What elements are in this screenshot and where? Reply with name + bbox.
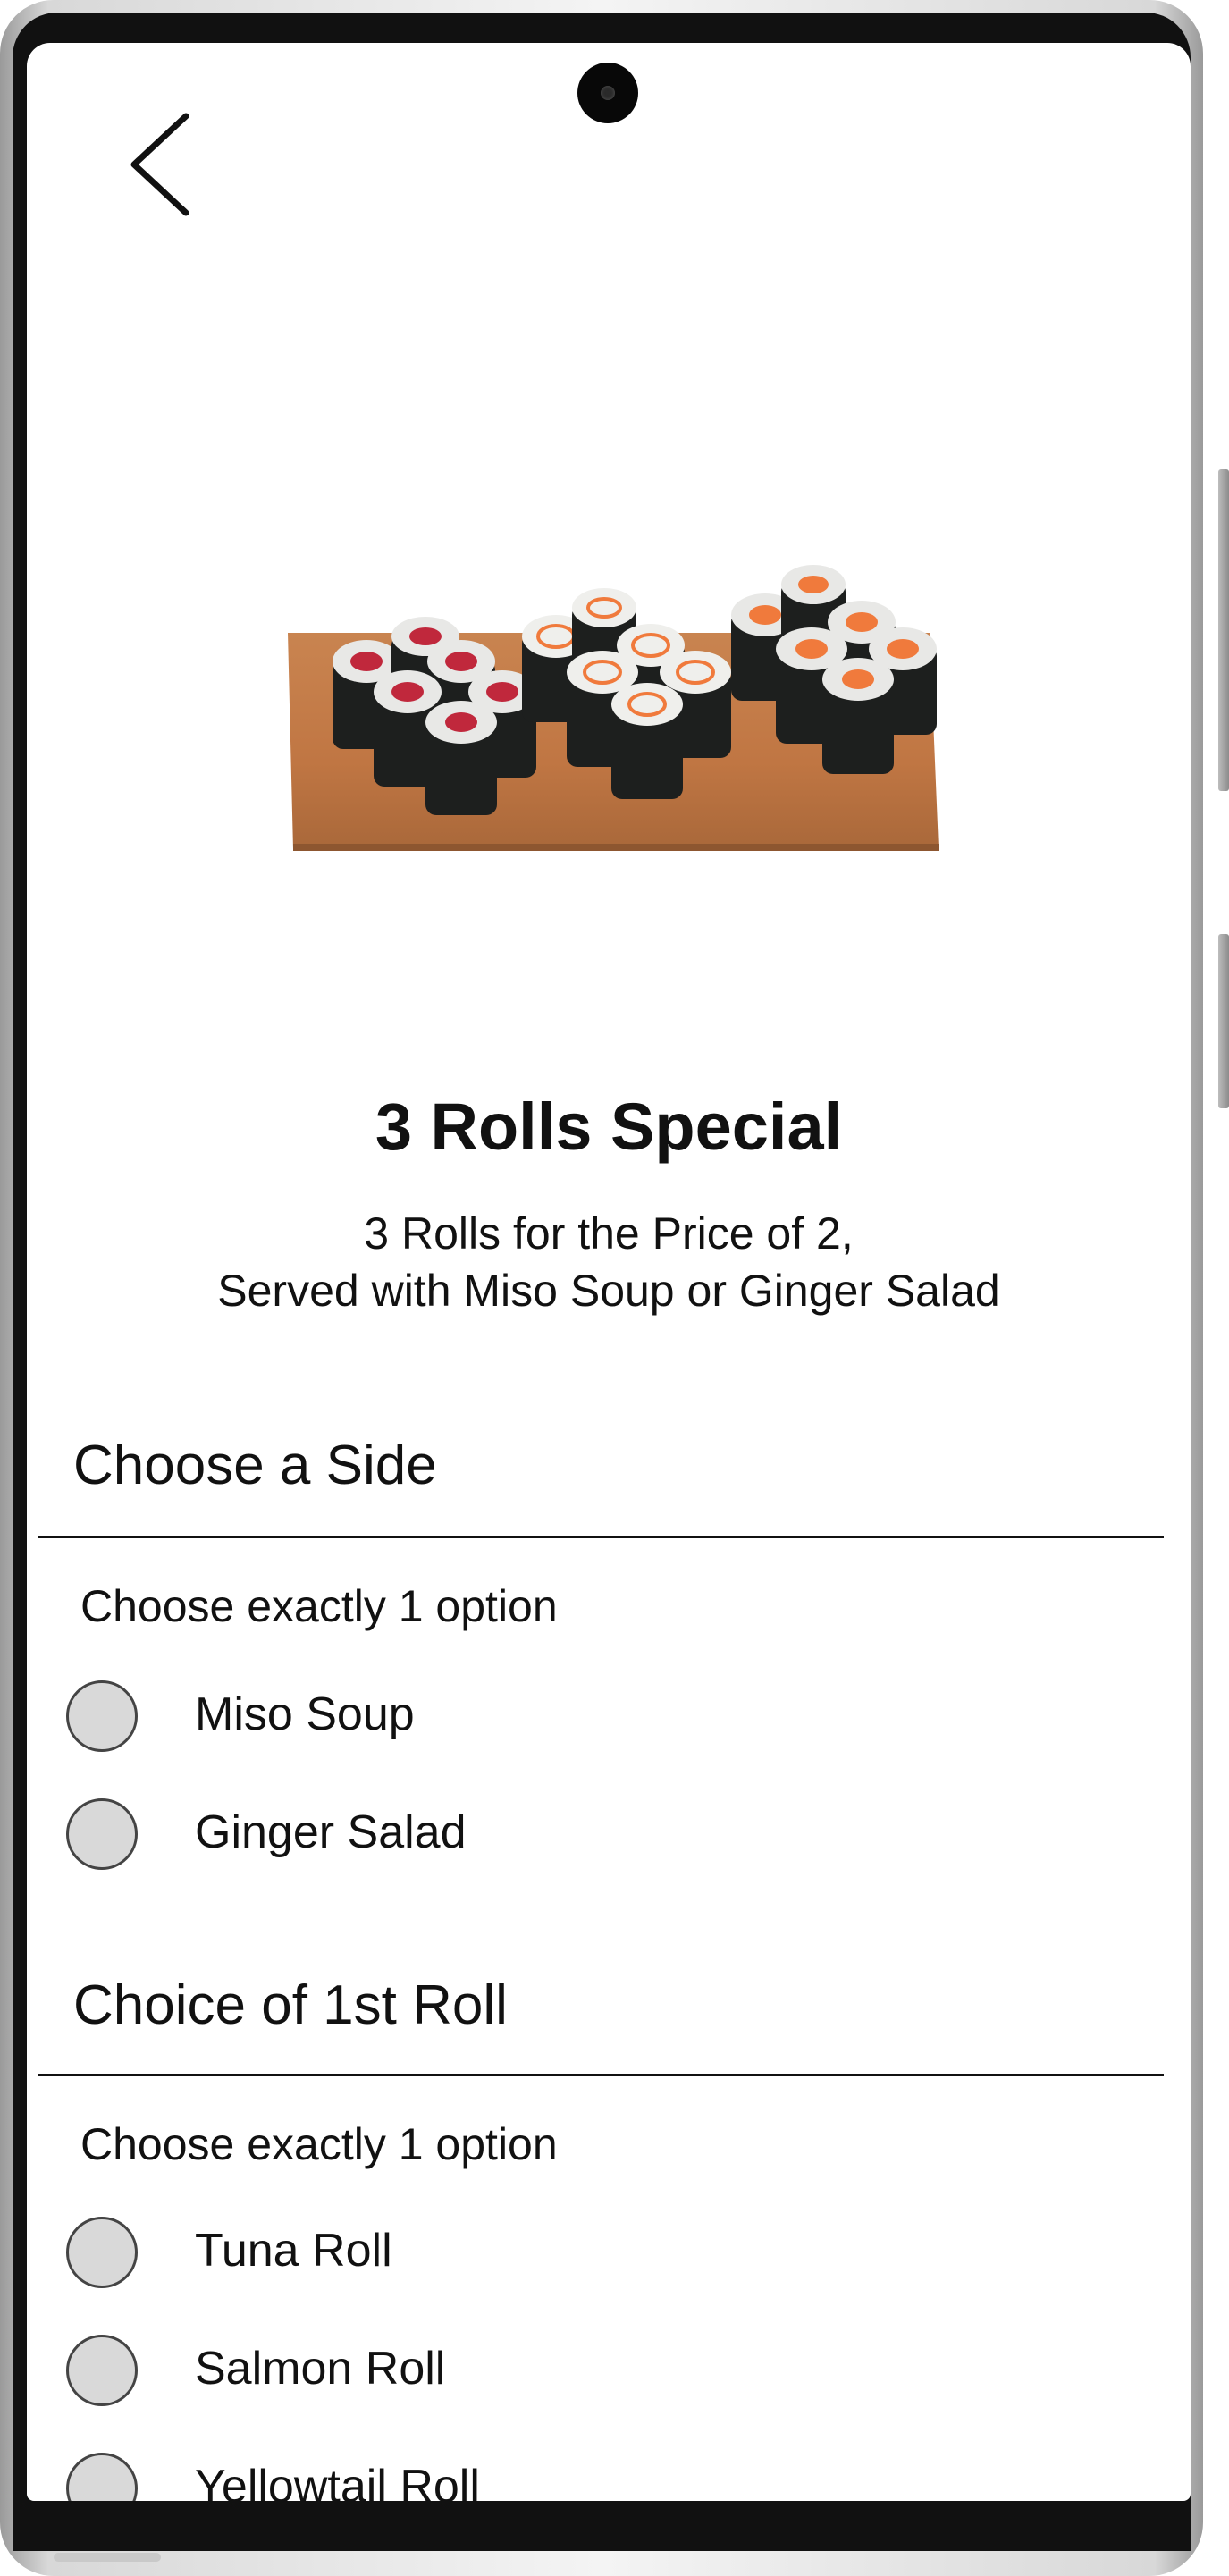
- section-heading-side: Choose a Side: [73, 1435, 437, 1496]
- radio-button[interactable]: [66, 2335, 138, 2406]
- item-description: 3 Rolls for the Price of 2, Served with …: [27, 1205, 1191, 1319]
- item-description-line-1: 3 Rolls for the Price of 2,: [364, 1208, 854, 1259]
- option-ginger-salad[interactable]: Ginger Salad: [66, 1791, 1139, 1881]
- option-tuna-roll[interactable]: Tuna Roll: [66, 2210, 1139, 2299]
- volume-button: [1218, 469, 1229, 791]
- option-label: Ginger Salad: [195, 1806, 467, 1858]
- phone-device: 3 Rolls Special 3 Rolls for the Price of…: [0, 0, 1229, 2576]
- phone-bottom-bezel: [13, 2501, 1191, 2551]
- option-miso-soup[interactable]: Miso Soup: [66, 1673, 1139, 1763]
- option-yellowtail-roll[interactable]: Yellowtail Roll: [66, 2446, 1139, 2501]
- option-label: Tuna Roll: [195, 2225, 392, 2277]
- section-divider: [38, 2074, 1164, 2076]
- item-title: 3 Rolls Special: [375, 1090, 843, 1164]
- front-camera: [577, 63, 638, 123]
- section-helper-1st-roll: Choose exactly 1 option: [80, 2119, 558, 2169]
- phone-bottom-edge: [54, 2553, 161, 2562]
- section-divider: [38, 1536, 1164, 1538]
- item-description-line-2: Served with Miso Soup or Ginger Salad: [217, 1266, 1000, 1316]
- section-heading-1st-roll: Choice of 1st Roll: [73, 1974, 508, 2036]
- radio-button[interactable]: [66, 2453, 138, 2501]
- radio-button[interactable]: [66, 2217, 138, 2288]
- section-helper-side: Choose exactly 1 option: [80, 1581, 558, 1631]
- option-label: Yellowtail Roll: [195, 2461, 480, 2501]
- option-label: Salmon Roll: [195, 2343, 446, 2395]
- option-salmon-roll[interactable]: Salmon Roll: [66, 2328, 1139, 2417]
- radio-button[interactable]: [66, 1680, 138, 1752]
- chevron-left-icon: [130, 113, 189, 216]
- sushi-rolls-image: [288, 565, 939, 851]
- app-screen: 3 Rolls Special 3 Rolls for the Price of…: [27, 43, 1191, 2501]
- option-label: Miso Soup: [195, 1688, 415, 1740]
- radio-button[interactable]: [66, 1798, 138, 1870]
- power-button: [1218, 934, 1229, 1108]
- back-button[interactable]: [116, 105, 215, 222]
